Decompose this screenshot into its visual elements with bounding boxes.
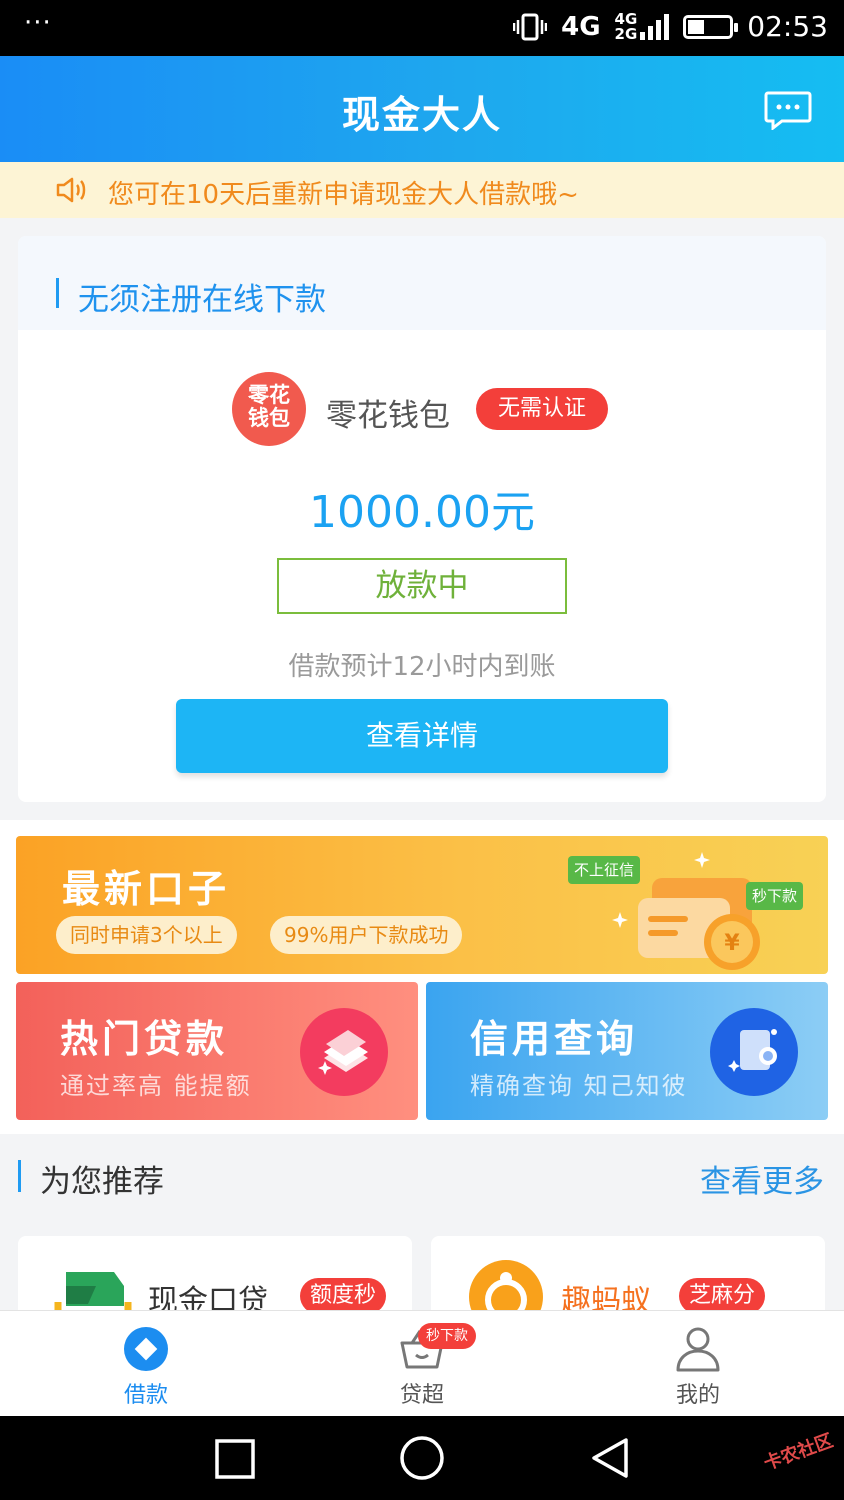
hot-loans-banner[interactable]: 热门贷款 通过率高 能提额 xyxy=(16,982,418,1120)
status-bar: ··· 4G 4G 2G 02:53 xyxy=(0,0,844,56)
hot-loans-title: 热门贷款 xyxy=(60,1017,229,1061)
speaker-icon xyxy=(56,177,86,203)
hot-loans-subtitle: 通过率高 能提额 xyxy=(60,1072,252,1100)
network-bottom-label: 2G xyxy=(614,24,638,43)
clock: 02:53 xyxy=(747,10,828,43)
tab-me-label: 我的 xyxy=(675,1383,720,1408)
notice-bar: 您可在10天后重新申请现金大人借款哦~ xyxy=(0,162,844,218)
recommend-badge-1: 额度秒 xyxy=(300,1278,387,1314)
bottom-tab-bar: 借款 秒下款 贷超 我的 xyxy=(0,1310,844,1416)
no-credit-check-tag: 不上征信 xyxy=(568,856,641,884)
loan-status: 放款中 xyxy=(277,558,567,614)
svg-text:¥: ¥ xyxy=(724,931,740,956)
message-icon[interactable] xyxy=(764,90,812,130)
credit-query-banner[interactable]: 信用查询 精确查询 知己知彼 xyxy=(426,982,828,1120)
product-name: 零花钱包 xyxy=(326,398,450,434)
hot-loans-icon-circle xyxy=(300,1008,388,1096)
logo-line-1: 零花 xyxy=(248,383,290,407)
back-icon[interactable] xyxy=(588,1436,632,1480)
view-details-button[interactable]: 查看详情 xyxy=(176,699,668,773)
tab-loan[interactable]: 借款 xyxy=(66,1311,226,1417)
notice-text: 您可在10天后重新申请现金大人借款哦~ xyxy=(108,180,579,210)
status-icons: 4G 4G 2G 02:53 xyxy=(513,10,828,43)
network-4g-label: 4G xyxy=(561,11,601,42)
user-icon xyxy=(676,1327,720,1372)
document-search-icon xyxy=(728,1029,777,1072)
newest-title: 最新口子 xyxy=(62,867,231,911)
loan-eta: 借款预计12小时内到账 xyxy=(288,652,556,682)
tab-loan-label: 借款 xyxy=(123,1383,168,1408)
home-icon[interactable] xyxy=(398,1434,446,1482)
signal-icon xyxy=(640,13,670,40)
recommend-title: 为您推荐 xyxy=(40,1164,164,1200)
loan-card: 无须注册在线下款 零花 钱包 零花钱包 无需认证 1000.00元 放款中 借款… xyxy=(18,236,826,802)
recommend-badge-2: 芝麻分 xyxy=(679,1278,766,1314)
credit-query-subtitle: 精确查询 知己知彼 xyxy=(470,1072,688,1100)
system-nav-bar xyxy=(0,1416,844,1500)
tab-me[interactable]: 我的 xyxy=(618,1311,778,1417)
battery-icon xyxy=(683,14,739,39)
recommend-accent-bar xyxy=(18,1160,21,1192)
vibrate-icon xyxy=(513,13,548,40)
newest-pill-2: 99%用户下款成功 xyxy=(270,916,463,954)
product-logo: 零花 钱包 xyxy=(232,372,306,446)
section-title: 无须注册在线下款 xyxy=(78,282,326,318)
loan-tab-icon xyxy=(124,1327,168,1371)
recents-icon[interactable] xyxy=(214,1438,256,1480)
newest-loans-banner[interactable]: 最新口子 同时申请3个以上 99%用户下款成功 ¥ 不上征信 秒下款 xyxy=(16,836,828,974)
money-stack-icon xyxy=(318,1030,368,1075)
page-title: 现金大人 xyxy=(341,93,502,137)
logo-line-2: 钱包 xyxy=(248,406,290,430)
notification-dots: ··· xyxy=(24,8,52,38)
section-accent-bar xyxy=(56,278,59,308)
instant-payout-badge: 秒下款 xyxy=(418,1323,476,1349)
dual-network-indicator: 4G 2G xyxy=(614,11,670,43)
app-header: 现金大人 xyxy=(0,56,844,162)
loan-card-header: 无须注册在线下款 xyxy=(18,236,826,330)
loan-amount: 1000.00元 xyxy=(309,487,535,538)
credit-query-icon-circle xyxy=(710,1008,798,1096)
tab-loan-market-label: 贷超 xyxy=(399,1383,444,1408)
credit-query-title: 信用查询 xyxy=(470,1017,639,1061)
view-more-link[interactable]: 查看更多 xyxy=(700,1156,824,1201)
instant-payout-tag: 秒下款 xyxy=(746,882,804,910)
no-verification-badge: 无需认证 xyxy=(476,388,609,430)
product-row: 零花 钱包 零花钱包 无需认证 xyxy=(18,372,826,448)
newest-pill-1: 同时申请3个以上 xyxy=(56,916,237,954)
tab-loan-market[interactable]: 秒下款 贷超 xyxy=(342,1311,502,1417)
